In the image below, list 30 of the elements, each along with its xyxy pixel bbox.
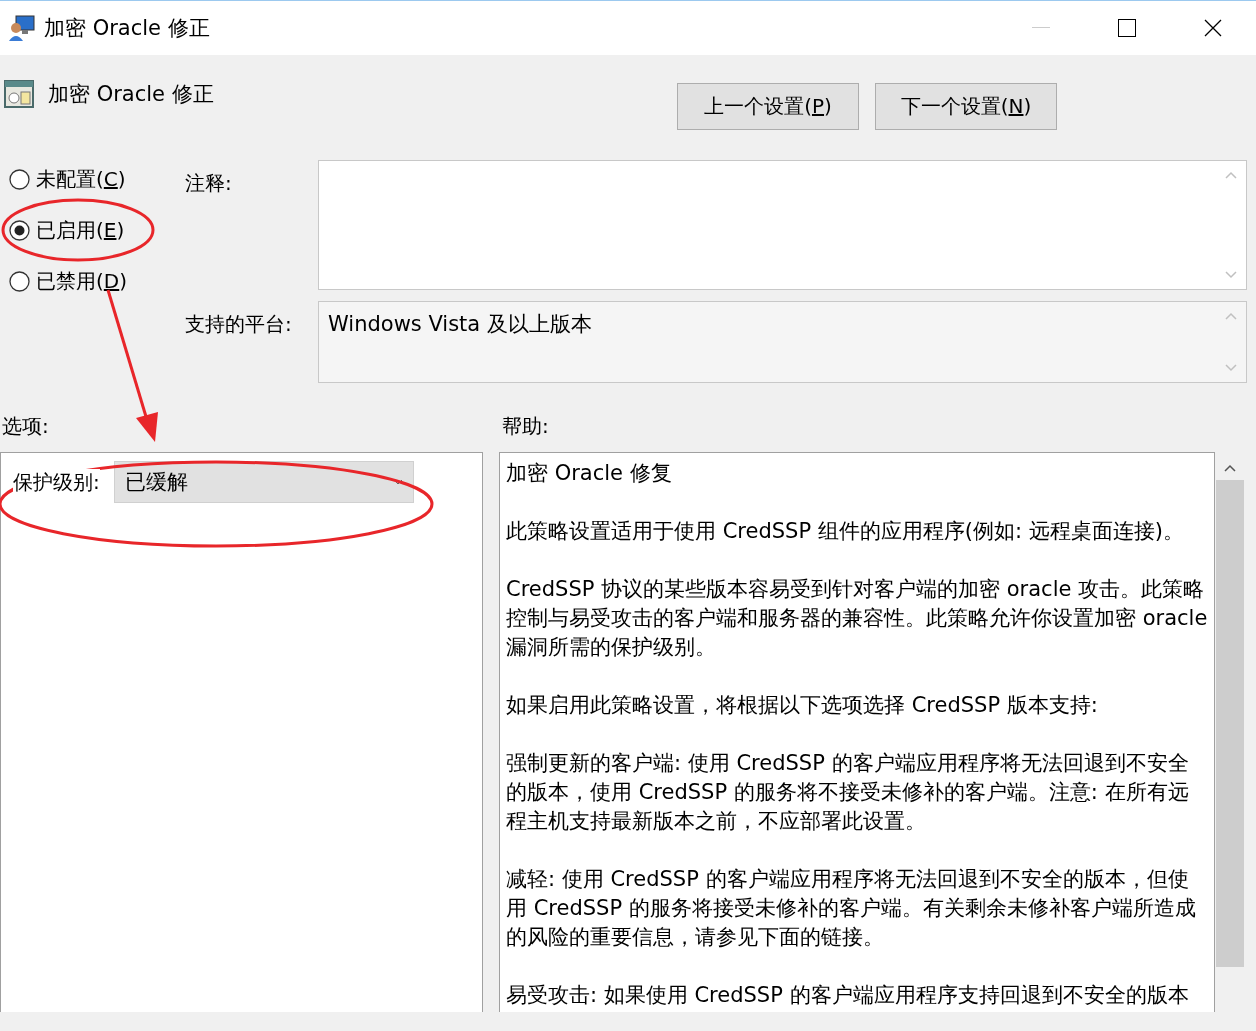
computer-user-icon: [8, 14, 36, 42]
state-radio[interactable]: 已启用(E): [9, 214, 185, 247]
policy-settings-icon: [4, 79, 34, 109]
platform-field: Windows Vista 及以上版本: [318, 301, 1247, 383]
platform-label: 支持的平台:: [185, 311, 293, 338]
state-radio[interactable]: 已禁用(D): [9, 265, 185, 298]
comment-label: 注释:: [185, 170, 233, 197]
help-paragraph: 减轻: 使用 CredSSP 的客户端应用程序将无法回退到不安全的版本，但使用 CredSSP 的服务将接受未修补的客户端。有关剩余未修补客户端所造成的风险的重要信息，请参见下面的链接。: [506, 866, 1197, 951]
protection-level-dropdown[interactable]: 已缓解: [113, 461, 414, 503]
help-paragraph: CredSSP 协议的某些版本容易受到针对客户端的加密 oracle 攻击。此策略控制与易受攻击的客户端和服务器的兼容性。此策略允许你设置加密 oracle 漏洞所需的保护级别。: [506, 576, 1208, 661]
help-heading: 帮助:: [502, 412, 549, 440]
help-paragraph: 如果启用此策略设置，将根据以下选项选择 CredSSP 版本支持:: [506, 692, 1099, 719]
window-title: 加密 Oracle 修正: [44, 15, 210, 42]
help-paragraph: 加密 Oracle 修复: [506, 460, 673, 487]
options-heading: 选项:: [1, 412, 50, 440]
radio-indicator-icon[interactable]: [9, 271, 30, 292]
policy-title: 加密 Oracle 修正: [48, 81, 214, 108]
help-paragraph: 易受攻击: 如果使用 CredSSP 的客户端应用程序支持回退到不安全的版本: [506, 982, 1190, 1009]
nav-setting-button[interactable]: 下一个设置(N): [875, 83, 1057, 130]
minimize-icon[interactable]: [1032, 27, 1050, 29]
radio-indicator-icon[interactable]: [9, 169, 30, 190]
help-paragraph: 强制更新的客户端: 使用 CredSSP 的客户端应用程序将无法回退到不安全的版本，使用 CredSSP 的服务将不接受未修补的客户端。注意: 在所有远程主机支持最新版本之前，不应部署此设置。: [506, 750, 1190, 835]
radio-indicator-icon[interactable]: [9, 220, 30, 241]
scrollbar-thumb[interactable]: [1216, 480, 1244, 967]
help-paragraph: 此策略设置适用于使用 CredSSP 组件的应用程序(例如: 远程桌面连接)。: [506, 518, 1185, 545]
maximize-icon[interactable]: [1118, 19, 1136, 37]
close-icon[interactable]: [1204, 19, 1222, 37]
comment-field[interactable]: [318, 160, 1247, 290]
nav-setting-button[interactable]: 上一个设置(P): [677, 83, 859, 130]
state-radio[interactable]: 未配置(C): [9, 163, 185, 196]
